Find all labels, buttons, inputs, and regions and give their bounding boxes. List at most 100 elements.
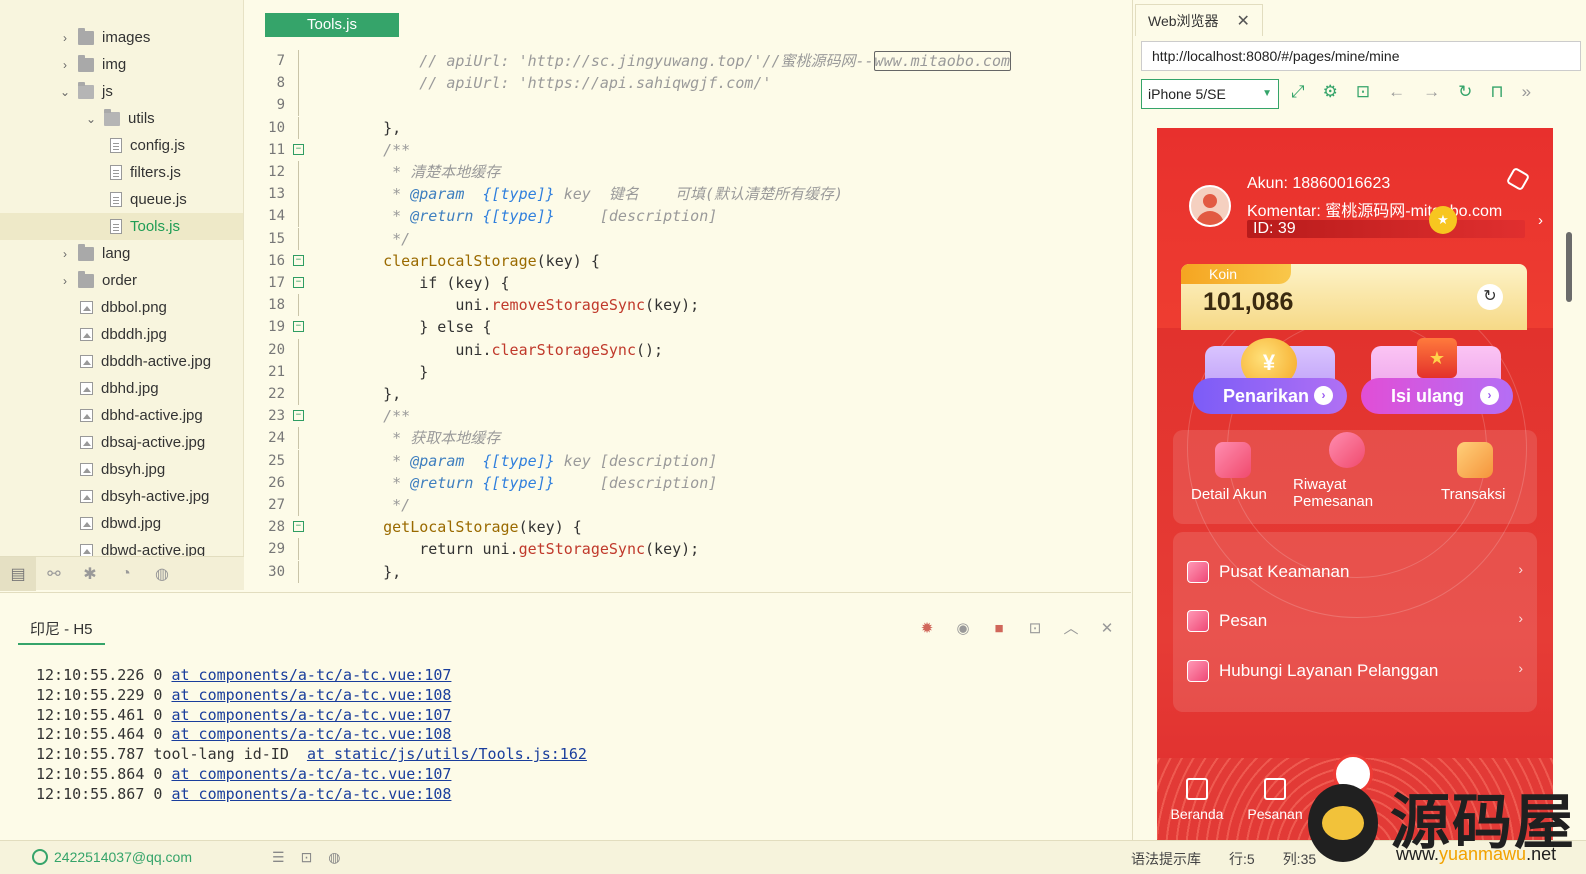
refresh-icon[interactable]: ↻ (1477, 284, 1503, 310)
log-source-link[interactable]: at components/a-tc/a-tc.vue:108 (171, 785, 451, 803)
tree-item[interactable]: filters.js (0, 159, 243, 186)
list-item-support[interactable]: Hubungi Layanan Pelanggan › (1187, 656, 1523, 686)
lock-icon[interactable]: ⊓ (1490, 82, 1503, 102)
devtools-icon[interactable]: ⊡ (1356, 82, 1370, 102)
code-line[interactable]: 13 * @param {[type]} key 键名 可填(默认清楚所有缓存) (245, 183, 1065, 206)
code-line[interactable]: 12 * 清楚本地缓存 (245, 161, 1065, 183)
code-line[interactable]: 22 }, (245, 383, 1065, 405)
globe-icon[interactable]: ◍ (144, 557, 180, 591)
code-line[interactable]: 7 // apiUrl: 'http://sc.jingyuwang.top/'… (245, 50, 1065, 72)
code-line[interactable]: 14 * @return {[type]} [description] (245, 205, 1065, 228)
tree-item[interactable]: dbwd-active.jpg (0, 537, 243, 556)
code-line[interactable]: 19− } else { (245, 316, 1065, 338)
account-status[interactable]: 2422514037@qq.com (32, 849, 192, 865)
debug-icon[interactable]: ✱ (72, 557, 108, 591)
chevron-right-icon[interactable]: › (58, 247, 72, 261)
tree-item[interactable]: config.js (0, 132, 243, 159)
code-line[interactable]: 11− /** (245, 139, 1065, 161)
code-line[interactable]: 21 } (245, 360, 1065, 383)
code-line[interactable]: 23− /** (245, 405, 1065, 427)
tree-item[interactable]: › images (0, 24, 243, 51)
back-icon[interactable]: ← (1388, 82, 1405, 102)
menu-riwayat[interactable]: Riwayat Pemesanan (1293, 432, 1403, 510)
rotate-icon[interactable]: ⤢ (1291, 82, 1305, 102)
chevron-right-icon[interactable]: › (1538, 212, 1543, 229)
device-select[interactable]: iPhone 5/SE ▼ (1141, 79, 1279, 109)
code-line[interactable]: 17− if (key) { (245, 272, 1065, 294)
chevron-up-icon[interactable]: ︿ (1061, 619, 1081, 639)
list-icon[interactable]: ☰ (272, 849, 285, 866)
fold-icon[interactable]: − (293, 277, 304, 288)
tree-item[interactable]: dbddh.jpg (0, 321, 243, 348)
withdraw-button[interactable]: Penarikan › (1193, 378, 1347, 414)
close-icon[interactable]: ✕ (1237, 11, 1250, 31)
code-line[interactable]: 24 * 获取本地缓存 (245, 427, 1065, 450)
code-line[interactable]: 29 return uni.getStorageSync(key); (245, 538, 1065, 561)
code-line[interactable]: 20 uni.clearStorageSync(); (245, 338, 1065, 361)
log-source-link[interactable]: at static/js/utils/Tools.js:162 (307, 745, 587, 763)
terminal-icon[interactable]: ⊡ (301, 849, 313, 866)
reload-icon[interactable]: ↻ (1458, 82, 1472, 102)
tree-item[interactable]: › order (0, 267, 243, 294)
list-item-message[interactable]: Pesan › (1187, 606, 1523, 636)
menu-transaksi[interactable]: Transaksi (1441, 442, 1553, 503)
tree-item[interactable]: dbbol.png (0, 294, 243, 321)
git-icon[interactable]: ◔ (108, 557, 144, 591)
topup-button[interactable]: Isi ulang › (1361, 378, 1513, 414)
settings-icon[interactable]: ⚙ (1323, 82, 1338, 102)
tree-item[interactable]: dbhd-active.jpg (0, 402, 243, 429)
list-item-security[interactable]: Pusat Keamanan › (1187, 557, 1523, 587)
stop-icon[interactable]: ■ (989, 619, 1009, 639)
code-line[interactable]: 25 * @param {[type]} key [description] (245, 449, 1065, 472)
log-source-link[interactable]: at components/a-tc/a-tc.vue:108 (171, 686, 451, 704)
tree-item[interactable]: › lang (0, 240, 243, 267)
fold-icon[interactable]: − (293, 521, 304, 533)
tree-item[interactable]: dbwd.jpg (0, 510, 243, 537)
code-line[interactable]: 8 // apiUrl: 'https://api.sahiqwgjf.com/… (245, 72, 1065, 95)
code-line[interactable]: 16− clearLocalStorage(key) { (245, 250, 1065, 272)
browser-tab[interactable]: Web浏览器 ✕ (1135, 4, 1263, 36)
code-line[interactable]: 26 * @return {[type]} [description] (245, 471, 1065, 494)
tree-item[interactable]: ⌄ js (0, 78, 243, 105)
code-line[interactable]: 10 }, (245, 116, 1065, 139)
terminal-icon[interactable]: ⊡ (1025, 619, 1045, 639)
tree-item[interactable]: dbddh-active.jpg (0, 348, 243, 375)
clear-icon[interactable]: ✕ (1097, 619, 1117, 639)
tree-item[interactable]: queue.js (0, 186, 243, 213)
tree-item[interactable]: ⌄ utils (0, 105, 243, 132)
more-icon[interactable]: » (1522, 82, 1531, 102)
plugins-icon[interactable]: ⚯ (36, 557, 72, 591)
log-source-link[interactable]: at components/a-tc/a-tc.vue:107 (171, 765, 451, 783)
fold-icon[interactable]: − (293, 321, 304, 333)
files-icon[interactable]: ▤ (0, 556, 36, 591)
play-icon[interactable]: ◉ (953, 619, 973, 639)
tree-item[interactable]: Tools.js (0, 213, 243, 240)
tree-item[interactable]: dbsyh.jpg (0, 456, 243, 483)
tree-item[interactable]: dbsaj-active.jpg (0, 429, 243, 456)
chevron-right-icon[interactable]: › (58, 31, 72, 45)
tab-beranda[interactable]: Beranda (1161, 778, 1233, 822)
chevron-down-icon[interactable]: ⌄ (84, 112, 98, 126)
fold-icon[interactable]: − (293, 410, 304, 422)
log-source-link[interactable]: at components/a-tc/a-tc.vue:107 (171, 666, 451, 684)
code-line[interactable]: 28− getLocalStorage(key) { (245, 516, 1065, 538)
log-source-link[interactable]: at components/a-tc/a-tc.vue:108 (171, 725, 451, 743)
forward-icon[interactable]: → (1423, 82, 1440, 102)
fold-icon[interactable]: − (293, 143, 304, 155)
tab-tools-js[interactable]: Tools.js (265, 13, 399, 37)
code-line[interactable]: 18 uni.removeStorageSync(key); (245, 294, 1065, 317)
chevron-right-icon[interactable]: › (58, 58, 72, 72)
code-line[interactable]: 27 */ (245, 494, 1065, 516)
tree-item[interactable]: dbhd.jpg (0, 375, 243, 402)
code-line[interactable]: 9 (245, 94, 1065, 117)
palette-icon[interactable]: ◍ (328, 849, 340, 866)
tree-item[interactable]: › img (0, 51, 243, 78)
fold-icon[interactable]: − (293, 254, 304, 266)
log-source-link[interactable]: at components/a-tc/a-tc.vue:107 (171, 706, 451, 724)
code-line[interactable]: 30 }, (245, 560, 1065, 583)
tree-item[interactable]: dbsyh-active.jpg (0, 483, 243, 510)
code-line[interactable]: 15 */ (245, 227, 1065, 250)
console-tab[interactable]: 印尼 - H5 (18, 615, 105, 645)
url-bar[interactable]: http://localhost:8080/#/pages/mine/mine (1141, 41, 1581, 71)
bug-icon[interactable]: ✹ (917, 619, 937, 639)
